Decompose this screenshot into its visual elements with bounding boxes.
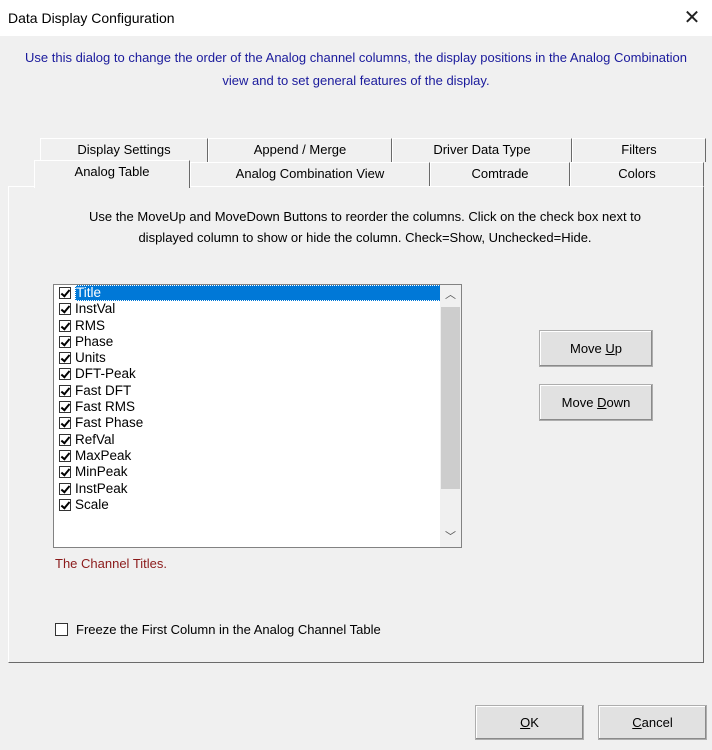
column-label: InstVal xyxy=(75,301,116,317)
ok-button[interactable]: OK xyxy=(475,705,584,740)
list-item[interactable]: Fast Phase xyxy=(54,415,461,431)
move-up-label-pre: Move xyxy=(569,341,606,356)
column-label: Scale xyxy=(75,496,109,512)
column-label: DFT-Peak xyxy=(75,366,136,382)
column-label: Units xyxy=(75,350,106,366)
list-item[interactable]: Fast RMS xyxy=(54,399,461,415)
cancel-button[interactable]: Cancel xyxy=(598,705,707,740)
tab-filters[interactable]: Filters xyxy=(572,138,706,162)
list-item[interactable]: InstVal xyxy=(54,301,461,317)
tab-comtrade[interactable]: Comtrade xyxy=(430,162,570,186)
list-item[interactable]: Scale xyxy=(54,497,461,513)
move-down-button[interactable]: Move Down xyxy=(539,384,653,421)
list-item[interactable]: MinPeak xyxy=(54,464,461,480)
column-label: MinPeak xyxy=(75,464,128,480)
list-item[interactable]: Fast DFT xyxy=(54,383,461,399)
column-label: Fast DFT xyxy=(75,382,132,398)
ok-label-post: K xyxy=(530,715,539,730)
tab-driver-data-type[interactable]: Driver Data Type xyxy=(392,138,572,162)
freeze-first-column-option[interactable]: Freeze the First Column in the Analog Ch… xyxy=(55,622,381,637)
list-item[interactable]: DFT-Peak xyxy=(54,366,461,382)
checkbox-checked-icon[interactable] xyxy=(59,482,71,495)
checkbox-checked-icon[interactable] xyxy=(59,287,71,299)
list-item[interactable]: MaxPeak xyxy=(54,448,461,464)
column-label: RMS xyxy=(75,317,105,333)
checkbox-checked-icon[interactable] xyxy=(59,433,71,446)
checkbox-checked-icon[interactable] xyxy=(59,401,71,414)
cancel-accel: C xyxy=(632,715,642,730)
list-item[interactable]: Units xyxy=(54,350,461,366)
checkbox-checked-icon[interactable] xyxy=(59,319,71,332)
checkbox-checked-icon[interactable] xyxy=(59,384,71,397)
tab-analog-combination-view[interactable]: Analog Combination View xyxy=(190,162,430,186)
checkbox-checked-icon[interactable] xyxy=(59,352,71,365)
window-title: Data Display Configuration xyxy=(8,10,175,26)
scroll-thumb[interactable] xyxy=(441,307,460,489)
list-item[interactable]: RMS xyxy=(54,318,461,334)
checkbox-checked-icon[interactable] xyxy=(59,466,71,479)
intro-text: Use this dialog to change the order of t… xyxy=(25,50,687,88)
checkbox-checked-icon[interactable] xyxy=(59,368,71,381)
freeze-checkbox[interactable] xyxy=(55,623,68,636)
list-item[interactable]: RefVal xyxy=(54,432,461,448)
list-item[interactable]: Title xyxy=(54,285,461,301)
move-up-label-post: p xyxy=(614,341,623,356)
checkbox-checked-icon[interactable] xyxy=(59,303,71,316)
column-label: Phase xyxy=(75,333,114,349)
column-description: The Channel Titles. xyxy=(55,556,168,571)
tab-colors[interactable]: Colors xyxy=(570,162,704,186)
close-icon[interactable]: ✕ xyxy=(672,0,712,36)
column-label: Fast Phase xyxy=(75,415,144,431)
chevron-up-icon[interactable]: ︿ xyxy=(440,285,461,305)
title-bar: Data Display Configuration ✕ xyxy=(0,0,712,36)
vertical-scrollbar[interactable]: ︿ ﹀ xyxy=(440,285,461,547)
checkbox-checked-icon[interactable] xyxy=(59,335,71,348)
column-label: Title xyxy=(75,285,451,301)
list-item[interactable]: Phase xyxy=(54,334,461,350)
tab-append-merge[interactable]: Append / Merge xyxy=(208,138,392,162)
checkbox-checked-icon[interactable] xyxy=(59,449,71,462)
freeze-label: Freeze the First Column in the Analog Ch… xyxy=(76,622,381,637)
column-label: MaxPeak xyxy=(75,447,132,463)
tab-analog-table[interactable]: Analog Table xyxy=(34,160,190,188)
move-up-button[interactable]: Move Up xyxy=(539,330,653,367)
checkbox-checked-icon[interactable] xyxy=(59,498,71,511)
column-label: InstPeak xyxy=(75,480,128,496)
instructions-text: Use the MoveUp and MoveDown Buttons to r… xyxy=(88,209,642,245)
column-listbox[interactable]: Title InstVal RMS Phase Units DFT-Peak Fast DF… xyxy=(53,284,462,548)
move-down-label-post: own xyxy=(606,395,631,410)
move-up-accel: U xyxy=(605,341,615,356)
column-label: Fast RMS xyxy=(75,399,136,415)
ok-accel: O xyxy=(520,715,531,730)
chevron-down-icon[interactable]: ﹀ xyxy=(440,527,461,547)
column-label: RefVal xyxy=(75,431,115,447)
cancel-label-post: ancel xyxy=(641,715,673,730)
checkbox-checked-icon[interactable] xyxy=(59,417,71,430)
move-down-label-pre: Move xyxy=(561,395,598,410)
tab-display-settings[interactable]: Display Settings xyxy=(40,138,208,162)
list-item[interactable]: InstPeak xyxy=(54,481,461,497)
